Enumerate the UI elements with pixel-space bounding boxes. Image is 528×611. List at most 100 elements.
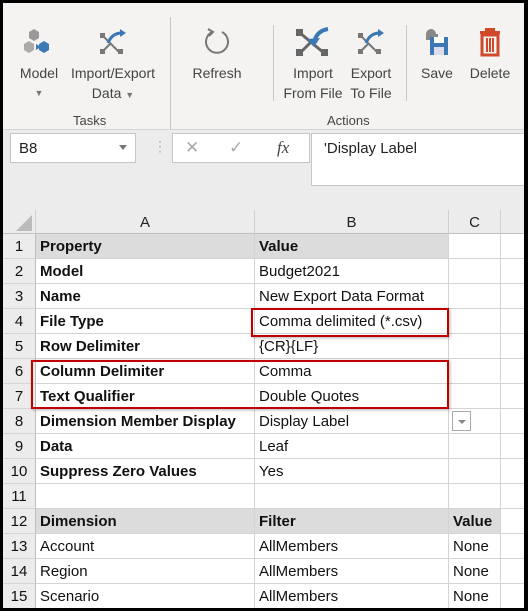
cell-c14[interactable]: None <box>449 559 501 584</box>
cell-c5[interactable] <box>449 334 501 359</box>
formula-input[interactable]: 'Display Label <box>311 133 524 186</box>
divider <box>273 25 274 101</box>
cell-a12[interactable]: Dimension <box>36 509 255 534</box>
cell-b2[interactable]: Budget2021 <box>255 259 449 284</box>
cell-d7[interactable] <box>501 384 524 409</box>
cell-d2[interactable] <box>501 259 524 284</box>
cell-a3[interactable]: Name <box>36 284 255 309</box>
formula-bar: B8 ⋮ ✕ ✓ fx 'Display Label <box>3 130 524 210</box>
cancel-icon[interactable]: ✕ <box>185 138 199 158</box>
refresh-button[interactable]: Refresh <box>187 27 247 83</box>
delete-button[interactable]: Delete <box>465 27 515 83</box>
cell-a4[interactable]: File Type <box>36 309 255 334</box>
cell-a1[interactable]: Property <box>36 234 255 259</box>
cell-a5[interactable]: Row Delimiter <box>36 334 255 359</box>
table-row: 10 Suppress Zero Values Yes <box>3 459 524 484</box>
formula-controls: ✕ ✓ fx <box>172 133 310 163</box>
row-header[interactable]: 10 <box>3 459 36 484</box>
cell-b15[interactable]: AllMembers <box>255 584 449 608</box>
table-row: 11 <box>3 484 524 509</box>
cell-c13[interactable]: None <box>449 534 501 559</box>
cell-b12[interactable]: Filter <box>255 509 449 534</box>
column-header-d[interactable] <box>501 210 524 234</box>
import-file-icon <box>296 27 329 56</box>
cell-d9[interactable] <box>501 434 524 459</box>
table-row: 14 Region AllMembers None <box>3 559 524 584</box>
cell-c6[interactable] <box>449 359 501 384</box>
cell-a9[interactable]: Data <box>36 434 255 459</box>
cell-a10[interactable]: Suppress Zero Values <box>36 459 255 484</box>
cell-b13[interactable]: AllMembers <box>255 534 449 559</box>
cell-dropdown-button[interactable] <box>452 411 471 431</box>
cell-d13[interactable] <box>501 534 524 559</box>
cell-c10[interactable] <box>449 459 501 484</box>
cell-d11[interactable] <box>501 484 524 509</box>
cell-a11[interactable] <box>36 484 255 509</box>
cell-b3[interactable]: New Export Data Format <box>255 284 449 309</box>
cell-a15[interactable]: Scenario <box>36 584 255 608</box>
cell-a14[interactable]: Region <box>36 559 255 584</box>
cell-c11[interactable] <box>449 484 501 509</box>
row-header[interactable]: 4 <box>3 309 36 334</box>
cell-d10[interactable] <box>501 459 524 484</box>
select-all-corner[interactable] <box>3 210 36 234</box>
enter-check-icon[interactable]: ✓ <box>229 138 243 158</box>
cell-a2[interactable]: Model <box>36 259 255 284</box>
cell-b5[interactable]: {CR}{LF} <box>255 334 449 359</box>
highlight-box-delimiters <box>31 360 449 409</box>
row-header[interactable]: 3 <box>3 284 36 309</box>
cell-b8[interactable]: Display Label <box>255 409 449 434</box>
row-header[interactable]: 9 <box>3 434 36 459</box>
import-export-data-button[interactable]: Import/Export Data ▼ <box>63 27 163 105</box>
column-header-c[interactable]: C <box>449 210 501 234</box>
table-row: 13 Account AllMembers None <box>3 534 524 559</box>
cell-a13[interactable]: Account <box>36 534 255 559</box>
cell-a8[interactable]: Dimension Member Display <box>36 409 255 434</box>
import-from-file-button[interactable]: Import From File <box>281 27 345 103</box>
cell-d4[interactable] <box>501 309 524 334</box>
function-icon[interactable]: fx <box>277 138 289 158</box>
cell-c15[interactable]: None <box>449 584 501 608</box>
column-header-a[interactable]: A <box>36 210 255 234</box>
cell-c9[interactable] <box>449 434 501 459</box>
cell-b11[interactable] <box>255 484 449 509</box>
cell-d1[interactable] <box>501 234 524 259</box>
cell-c4[interactable] <box>449 309 501 334</box>
row-header[interactable]: 2 <box>3 259 36 284</box>
cell-c7[interactable] <box>449 384 501 409</box>
cell-d5[interactable] <box>501 334 524 359</box>
column-header-b[interactable]: B <box>255 210 449 234</box>
group-divider <box>170 17 171 129</box>
cell-d8[interactable] <box>501 409 524 434</box>
name-box[interactable]: B8 <box>10 133 136 163</box>
grip-icon: ⋮ <box>153 138 167 154</box>
cell-c12[interactable]: Value <box>449 509 501 534</box>
cell-b14[interactable]: AllMembers <box>255 559 449 584</box>
row-header[interactable]: 15 <box>3 584 36 608</box>
row-header[interactable]: 14 <box>3 559 36 584</box>
cubes-icon <box>24 29 49 53</box>
cell-d12[interactable] <box>501 509 524 534</box>
cell-b1[interactable]: Value <box>255 234 449 259</box>
model-button[interactable]: Model ▼ <box>13 27 65 103</box>
row-header[interactable]: 5 <box>3 334 36 359</box>
row-header[interactable]: 8 <box>3 409 36 434</box>
table-row: 2 Model Budget2021 <box>3 259 524 284</box>
row-header[interactable]: 13 <box>3 534 36 559</box>
row-header[interactable]: 12 <box>3 509 36 534</box>
cell-d14[interactable] <box>501 559 524 584</box>
row-header[interactable]: 11 <box>3 484 36 509</box>
export-file-icon <box>358 29 384 54</box>
export-to-file-button[interactable]: Export To File <box>345 27 397 103</box>
cell-b9[interactable]: Leaf <box>255 434 449 459</box>
row-header[interactable]: 1 <box>3 234 36 259</box>
cell-c2[interactable] <box>449 259 501 284</box>
save-button[interactable]: Save <box>417 27 457 83</box>
cell-c3[interactable] <box>449 284 501 309</box>
cell-c1[interactable] <box>449 234 501 259</box>
cell-d3[interactable] <box>501 284 524 309</box>
cell-d15[interactable] <box>501 584 524 608</box>
table-row: 5 Row Delimiter {CR}{LF} <box>3 334 524 359</box>
cell-d6[interactable] <box>501 359 524 384</box>
cell-b10[interactable]: Yes <box>255 459 449 484</box>
